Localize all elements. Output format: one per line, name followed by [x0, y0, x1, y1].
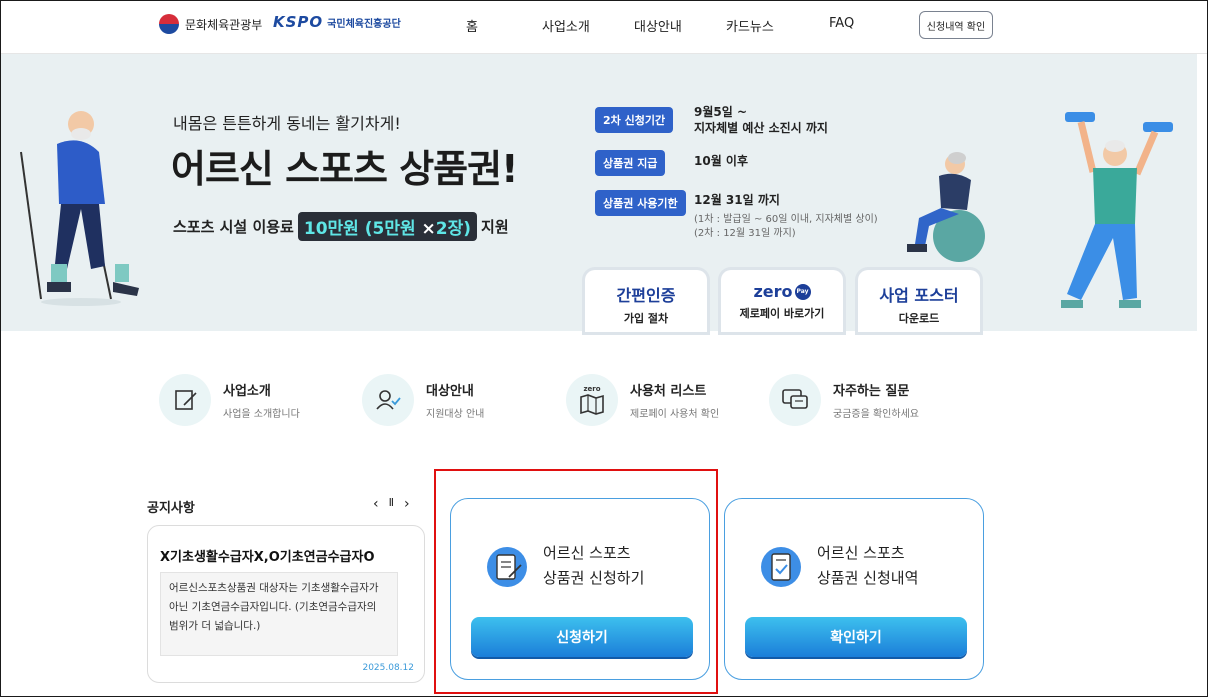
check-application-button[interactable]: 신청내역 확인	[919, 11, 993, 39]
history-card-line1: 어르신 스포츠	[817, 544, 905, 562]
hero-amount-highlight: 10만원 (5만원 ×2장)	[297, 212, 478, 241]
zeropay-logo: zero Pay	[721, 282, 843, 301]
notice-title: 공지사항	[147, 501, 195, 516]
nav-home[interactable]: 홈	[466, 16, 478, 35]
site-header: 문화체육관광부 KSPO 국민체육진흥공단 홈 사업소개 대상안내 카드뉴스 F…	[1, 1, 1207, 54]
chat-icon	[769, 374, 821, 426]
period-tag: 2차 신청기간	[595, 107, 674, 133]
expiry-value: 12월 31일 까지	[694, 193, 780, 207]
map-icon-label: zero	[583, 385, 601, 393]
quick-link-business[interactable]: 사업소개 사업을 소개합니다	[159, 374, 300, 426]
hiker-illustration	[20, 111, 139, 306]
quick-link-faq[interactable]: 자주하는 질문 궁금증을 확인하세요	[769, 374, 919, 426]
nav-business-intro[interactable]: 사업소개	[542, 16, 590, 35]
map-icon: zero	[566, 374, 618, 426]
kspo-logo[interactable]: KSPO 국민체육진흥공단	[273, 13, 401, 31]
period-value-line2: 지자체별 예산 소진시 까지	[694, 121, 828, 135]
zeropay-badge: Pay	[794, 283, 811, 300]
mcst-logo[interactable]: 문화체육관광부	[159, 14, 262, 34]
zeropay-title: zero	[753, 282, 793, 301]
notice-date: 2025.08.12	[362, 663, 414, 673]
simple-auth-title: 간편인증	[616, 286, 676, 305]
nav-faq[interactable]: FAQ	[829, 16, 854, 31]
chevron-right-icon[interactable]: ›	[404, 496, 410, 512]
history-document-icon	[761, 547, 801, 587]
period-value: 9월5일 ~ 지자체별 예산 소진시 까지	[694, 104, 828, 136]
hero-detail-b: 2장)	[435, 219, 472, 239]
notice-card[interactable]: X기초생활수급자X,O기초연금수급자O 어르신스포츠상품권 대상자는 기초생활수…	[147, 525, 425, 683]
hero-banner: 내몸은 튼튼하게 동네는 활기차게! 어르신 스포츠 상품권! 스포츠 시설 이…	[1, 54, 1197, 332]
period-value-line1: 9월5일 ~	[694, 105, 748, 119]
simple-auth-card[interactable]: 간편인증 가입 절차	[585, 270, 707, 332]
taegeuk-icon	[159, 14, 179, 34]
simple-auth-sub: 가입 절차	[623, 312, 669, 325]
quick-link-places[interactable]: zero 사용처 리스트 제로페이 사용처 확인	[566, 374, 719, 426]
kspo-logo-subtext: 국민체육진흥공단	[327, 18, 401, 30]
expiry-note-line1: (1차 : 발급일 ~ 60일 이내, 지자체별 상이)	[694, 214, 878, 225]
notice-headline: X기초생활수급자X,O기초연금수급자O	[160, 550, 375, 565]
highlight-annotation-box	[434, 469, 718, 694]
quick-link-faq-desc: 궁금증을 확인하세요	[833, 409, 919, 420]
quick-link-faq-title: 자주하는 질문	[833, 384, 910, 399]
nav-target-guide[interactable]: 대상안내	[634, 16, 682, 35]
hero-detail-a: (5만원	[364, 219, 416, 239]
hero-detail-x: ×	[421, 219, 436, 239]
dumbbell-illustration	[1061, 112, 1173, 308]
zeropay-sub: 제로페이 바로가기	[739, 307, 825, 320]
zeropay-card[interactable]: zero Pay 제로페이 바로가기	[721, 270, 843, 332]
expiry-note-line2: (2차 : 12월 31일 까지)	[694, 228, 796, 239]
chevron-left-icon[interactable]: ‹	[373, 496, 379, 512]
hero-subtitle: 내몸은 튼튼하게 동네는 활기차게!	[173, 114, 401, 133]
poster-sub: 다운로드	[898, 312, 940, 325]
exercise-ball-illustration	[907, 152, 985, 262]
nav-card-news[interactable]: 카드뉴스	[726, 16, 774, 35]
kspo-logo-text: KSPO	[273, 13, 324, 31]
notice-body: 어르신스포츠상품권 대상자는 기초생활수급자가 아닌 기초연금수급자입니다. (…	[160, 572, 398, 656]
history-card: 어르신 스포츠 상품권 신청내역 확인하기	[724, 498, 984, 680]
pause-icon[interactable]: Ⅱ	[389, 496, 394, 512]
quick-link-business-title: 사업소개	[223, 384, 271, 399]
hero-amount: 10만원	[303, 219, 359, 239]
quick-link-places-title: 사용처 리스트	[630, 384, 707, 399]
quick-link-target-title: 대상안내	[426, 384, 474, 399]
user-check-icon	[362, 374, 414, 426]
quick-link-places-desc: 제로페이 사용처 확인	[630, 409, 720, 420]
history-card-line2: 상품권 신청내역	[817, 569, 919, 587]
hero-line-suffix: 지원	[481, 218, 509, 236]
hero-title: 어르신 스포츠 상품권!	[171, 147, 518, 191]
confirm-button[interactable]: 확인하기	[745, 617, 967, 657]
page-frame: 문화체육관광부 KSPO 국민체육진흥공단 홈 사업소개 대상안내 카드뉴스 F…	[0, 0, 1208, 697]
edit-document-icon	[159, 374, 211, 426]
quick-link-target[interactable]: 대상안내 지원대상 안내	[362, 374, 484, 426]
quick-link-business-desc: 사업을 소개합니다	[223, 409, 300, 420]
quick-link-target-desc: 지원대상 안내	[426, 409, 485, 420]
poster-card[interactable]: 사업 포스터 다운로드	[858, 270, 980, 332]
notice-controls: ‹ Ⅱ ›	[373, 496, 410, 512]
poster-title: 사업 포스터	[879, 286, 959, 305]
payment-value: 10월 이후	[694, 154, 748, 168]
hero-support-line: 스포츠 시설 이용료 10만원 (5만원 ×2장) 지원	[173, 212, 509, 241]
history-card-text: 어르신 스포츠 상품권 신청내역	[817, 541, 918, 591]
hero-line-prefix: 스포츠 시설 이용료	[173, 218, 294, 236]
expiry-note: (1차 : 발급일 ~ 60일 이내, 지자체별 상이) (2차 : 12월 3…	[694, 213, 878, 241]
expiry-tag: 상품권 사용기한	[595, 190, 686, 216]
payment-tag: 상품권 지급	[595, 150, 666, 176]
mcst-logo-text: 문화체육관광부	[185, 17, 263, 32]
